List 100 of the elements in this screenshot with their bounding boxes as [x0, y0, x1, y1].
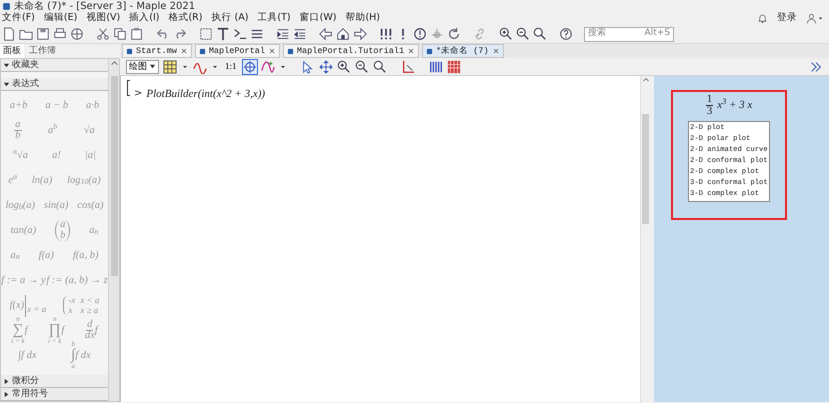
palette-expression[interactable]: cos(a) [77, 198, 104, 214]
panel-tab[interactable]: 工作簿 [26, 44, 59, 58]
menu-item[interactable]: 工具(T) [257, 11, 291, 26]
document-icon [426, 48, 434, 54]
palette-expression[interactable]: log$_{10}$(a) [67, 172, 101, 188]
menu-item[interactable]: 格式(R) [168, 11, 202, 26]
zoom-in-icon[interactable] [336, 60, 351, 74]
document-tab[interactable]: *未命名 (7) [422, 44, 504, 58]
menu-item[interactable]: 编辑(E) [44, 11, 78, 26]
pointer-icon[interactable] [300, 60, 315, 74]
zoom-out-icon[interactable] [516, 27, 530, 41]
menu-item[interactable]: 帮助(H) [345, 11, 380, 26]
zoom-out-icon[interactable] [354, 60, 369, 74]
save-icon[interactable] [36, 27, 50, 41]
paragraph-icon[interactable] [250, 27, 264, 41]
copy-icon[interactable] [113, 27, 127, 41]
crosshair-icon[interactable] [242, 60, 257, 74]
palette-expression[interactable]: $^{n}$√a [13, 148, 28, 164]
open-folder-icon[interactable] [19, 27, 33, 41]
close-icon[interactable] [180, 47, 188, 55]
print-icon[interactable] [53, 27, 67, 41]
plot-dropdown[interactable]: 绘图 [126, 60, 159, 74]
curve-icon[interactable] [260, 60, 275, 74]
menu-item[interactable]: 文件(F) [2, 11, 35, 26]
cut-icon[interactable] [96, 27, 110, 41]
ratio-button[interactable]: 1:1 [223, 60, 239, 74]
document-tab[interactable]: Start.mw [122, 44, 192, 58]
help-icon[interactable] [559, 27, 573, 41]
palette-expression[interactable]: log$_{b}$(a) [5, 198, 36, 214]
palette-expression[interactable]: a$^{b}$ [48, 122, 58, 138]
result-fraction: 1 3 [706, 94, 714, 117]
indent-icon[interactable] [276, 27, 290, 41]
axes-icon[interactable] [400, 60, 415, 74]
prompt-icon[interactable] [233, 27, 247, 41]
bell-icon[interactable] [757, 13, 768, 24]
zoom-icon[interactable] [533, 27, 547, 41]
close-icon[interactable] [492, 47, 500, 55]
back-arrow-icon[interactable] [319, 27, 333, 41]
grid-icon[interactable] [163, 60, 177, 74]
palette-expression[interactable]: -x x < a x x ≥ a [63, 296, 100, 316]
execution-group-icon[interactable] [199, 27, 213, 41]
palette-expression[interactable]: tan(a) [10, 222, 36, 238]
palette-expression[interactable]: a$_{n}$ [10, 248, 20, 264]
outdent-icon[interactable] [293, 27, 307, 41]
user-icon[interactable] [806, 13, 817, 24]
new-document-icon[interactable] [2, 27, 16, 41]
close-icon[interactable] [407, 47, 416, 55]
restart-icon[interactable] [447, 27, 461, 41]
document-tab[interactable]: MaplePortal.Tutorial1 [282, 44, 420, 58]
zoom-in-icon[interactable] [499, 27, 513, 41]
result-expression: x$^{3}$ + 3 x [717, 97, 752, 114]
document-tab[interactable]: MaplePortal [194, 44, 280, 58]
document-icon [126, 48, 133, 54]
text-mode-icon[interactable] [216, 27, 230, 41]
scroll-up-icon[interactable] [642, 76, 650, 84]
menu-item[interactable]: 执行 (A) [211, 11, 248, 26]
execute-all-icon[interactable] [379, 27, 393, 41]
palette-expression[interactable]: |a| [84, 148, 96, 164]
shortcut-hint: Alt+S [644, 27, 670, 40]
search-placeholder: 搜索 [588, 27, 606, 40]
math-input[interactable]: PlotBuilder(int(x^2 + 3,x)) [146, 86, 266, 102]
palette-expression[interactable]: f(x) x = a [10, 294, 46, 316]
palette-expression[interactable]: a$_{n}$ [89, 222, 98, 238]
close-icon[interactable] [268, 47, 276, 55]
stop-icon[interactable] [413, 27, 427, 41]
palette-expression[interactable]: √a [84, 122, 95, 138]
palette-expression[interactable]: f(a) [38, 248, 54, 264]
palette-expression[interactable]: ln(a) [32, 172, 52, 188]
sign-in-link[interactable]: 登录 [777, 11, 797, 26]
panel-tab[interactable]: 面板 [0, 44, 24, 58]
window-title: 未命名 (7)* - [Server 3] - Maple 2021 [14, 0, 196, 12]
menu-item[interactable]: 插入(I) [129, 11, 160, 26]
palette-expression[interactable]: a·b [86, 98, 100, 114]
palette-expression[interactable]: a! [52, 148, 61, 164]
palette-expression[interactable]: a b [14, 120, 22, 142]
scrollbar-thumb[interactable] [642, 114, 649, 224]
caret-icon[interactable] [817, 15, 824, 22]
bars-icon[interactable] [428, 60, 443, 74]
search-field[interactable]: 搜索 Alt+S [584, 26, 674, 42]
menu-item[interactable]: 窗口(W) [300, 11, 336, 26]
app-icon [2, 2, 11, 10]
scrollbar-thumb[interactable] [110, 76, 118, 276]
palette-expression[interactable]: f := (a, b) → z [46, 272, 108, 288]
palette-expression[interactable]: a b [55, 220, 70, 241]
move-icon[interactable] [318, 60, 333, 74]
document-icon [198, 48, 206, 54]
home-icon[interactable] [336, 27, 350, 41]
palette-expression[interactable]: f := a → y [1, 272, 46, 288]
palette-expression[interactable]: f(a, b) [72, 248, 98, 264]
forward-arrow-icon[interactable] [353, 27, 367, 41]
input-prompt: > [134, 87, 142, 101]
palette-expression[interactable]: e$^{a}$ [8, 172, 18, 188]
palette-expression[interactable]: a − b [45, 98, 68, 114]
palette-expression[interactable]: ∫f dx [18, 348, 37, 364]
zoom-icon[interactable] [372, 60, 387, 74]
expand-icon[interactable] [809, 60, 823, 74]
palette-expression[interactable]: sin(a) [44, 198, 68, 214]
paste-icon[interactable] [130, 27, 144, 41]
menu-item[interactable]: 视图(V) [86, 11, 120, 26]
palette-expression[interactable]: a+b [10, 98, 28, 114]
